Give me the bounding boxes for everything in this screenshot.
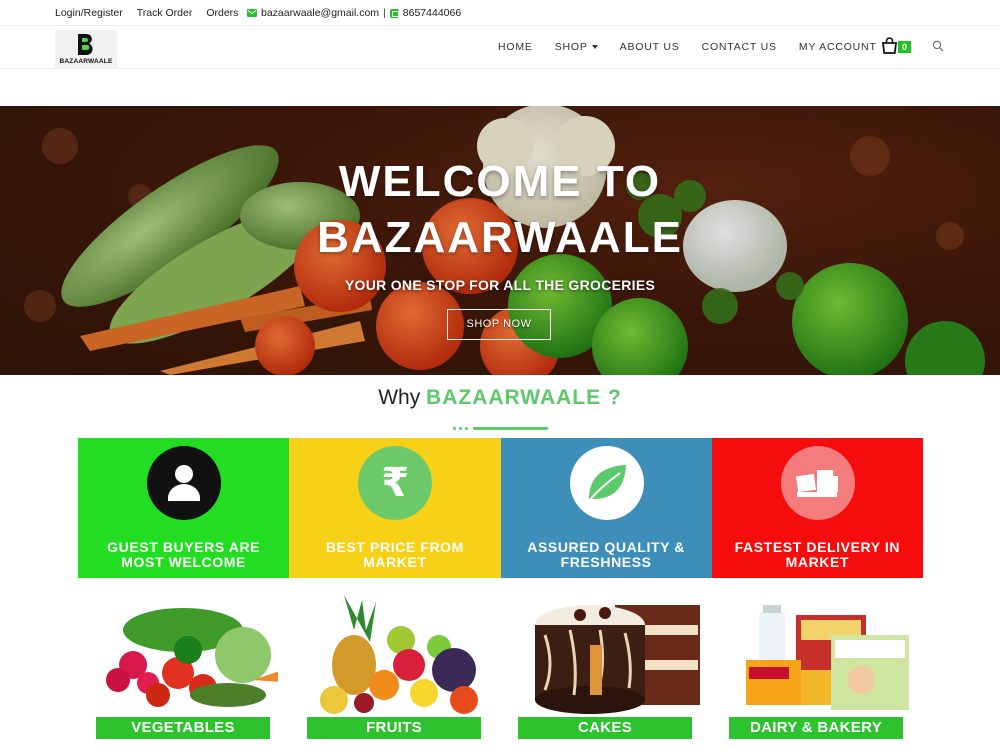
logo[interactable]: BAZAARWAALE <box>55 30 117 68</box>
category-cakes[interactable]: CAKES <box>500 585 700 750</box>
hero-title-line2: BAZAARWAALE <box>317 213 683 262</box>
category-label: DAIRY & BAKERY <box>729 717 903 739</box>
vegetables-image <box>106 608 278 707</box>
nav-shop[interactable]: SHOP <box>555 41 598 53</box>
nav-my-account[interactable]: MY ACCOUNT <box>799 41 877 53</box>
logo-text: BAZAARWAALE <box>59 58 113 65</box>
account-links: Login/Register Track Order Orders <box>55 7 238 19</box>
feature-label: GUEST BUYERS ARE MOST WELCOME <box>88 540 279 570</box>
cart-button[interactable]: 0 <box>881 37 913 55</box>
feature-label-line: MARKET <box>363 554 427 570</box>
feature-label-line: BEST PRICE FROM <box>325 539 464 555</box>
feature-fast-delivery: FASTEST DELIVERY IN MARKET <box>711 438 923 578</box>
rupee-icon: ₹ <box>358 446 433 520</box>
feature-label-line: MARKET <box>785 554 850 570</box>
nav-contact-us[interactable]: CONTACT US <box>702 41 777 53</box>
cakes-image <box>535 605 700 714</box>
logo-mark-icon <box>78 34 93 55</box>
divider-dot <box>459 427 462 430</box>
feature-guest-buyers: GUEST BUYERS ARE MOST WELCOME <box>78 438 290 578</box>
divider-dot <box>465 427 468 430</box>
category-fruits[interactable]: FRUITS <box>289 585 489 750</box>
shopping-bag-icon <box>881 37 898 54</box>
orders-link[interactable]: Orders <box>206 7 238 19</box>
feature-label-line: FASTEST DELIVERY IN <box>734 539 901 555</box>
nav-home[interactable]: HOME <box>498 41 533 53</box>
why-heading: Why BAZAARWAALE ? <box>0 386 1000 410</box>
nav-about-us[interactable]: ABOUT US <box>620 41 680 53</box>
hero-subtitle: YOUR ONE STOP FOR ALL THE GROCERIES <box>344 277 656 293</box>
category-vegetables[interactable]: VEGETABLES <box>78 585 278 750</box>
feature-label: ASSURED QUALITY & FRESHNESS <box>511 540 702 570</box>
site-header: BAZAARWAALE HOME SHOP ABOUT US CONTACT U… <box>0 27 1000 69</box>
dairy-bakery-image <box>746 605 909 710</box>
phone-text[interactable]: 8657444066 <box>403 7 461 19</box>
cart-count-badge: 0 <box>898 41 911 53</box>
contact-separator: | <box>383 7 386 19</box>
feature-label-line: MOST WELCOME <box>121 554 246 570</box>
feature-quality: ASSURED QUALITY & FRESHNESS <box>500 438 712 578</box>
category-label: VEGETABLES <box>96 717 270 739</box>
track-order-link[interactable]: Track Order <box>137 7 193 19</box>
feature-label-line: GUEST BUYERS ARE <box>107 539 261 555</box>
fruits-image <box>320 595 478 714</box>
category-dairy-bakery[interactable]: DAIRY & BAKERY <box>711 585 911 750</box>
feature-label: BEST PRICE FROM MARKET <box>299 540 490 570</box>
main-nav: HOME SHOP ABOUT US CONTACT US MY ACCOUNT <box>498 41 877 53</box>
chevron-down-icon <box>591 45 598 50</box>
heading-divider <box>453 427 548 430</box>
email-icon <box>247 9 257 17</box>
divider-bar <box>473 427 548 430</box>
user-icon <box>147 446 221 520</box>
why-prefix: Why <box>378 386 427 409</box>
hero-title-line1: WELCOME TO <box>338 157 662 206</box>
nav-shop-label: SHOP <box>554 41 588 53</box>
why-accent: BAZAARWAALE ? <box>426 386 622 409</box>
search-icon[interactable] <box>932 40 944 52</box>
divider-dot <box>453 427 456 430</box>
feature-best-price: ₹ BEST PRICE FROM MARKET <box>289 438 501 578</box>
feature-label-line: ASSURED QUALITY & <box>527 539 685 555</box>
email-text[interactable]: bazaarwaale@gmail.com <box>261 7 379 19</box>
top-bar: Login/Register Track Order Orders bazaar… <box>0 0 1000 26</box>
category-label: FRUITS <box>307 717 481 739</box>
feature-label-line: FRESHNESS <box>560 554 652 570</box>
shop-now-button[interactable]: SHOP NOW <box>447 309 551 340</box>
feature-label: FASTEST DELIVERY IN MARKET <box>722 540 913 570</box>
hero-title: WELCOME TO BAZAARWAALE <box>250 154 750 266</box>
category-label: CAKES <box>518 717 692 739</box>
login-register-link[interactable]: Login/Register <box>55 7 123 19</box>
features-row: GUEST BUYERS ARE MOST WELCOME ₹ BEST PRI… <box>78 438 923 578</box>
hero-banner: WELCOME TO BAZAARWAALE YOUR ONE STOP FOR… <box>0 106 1000 375</box>
contact-info: bazaarwaale@gmail.com | 8657444066 <box>247 7 461 19</box>
leaf-icon <box>569 446 644 520</box>
whatsapp-icon <box>389 8 399 18</box>
rupee-glyph: ₹ <box>381 461 410 505</box>
truck-icon <box>780 446 855 520</box>
